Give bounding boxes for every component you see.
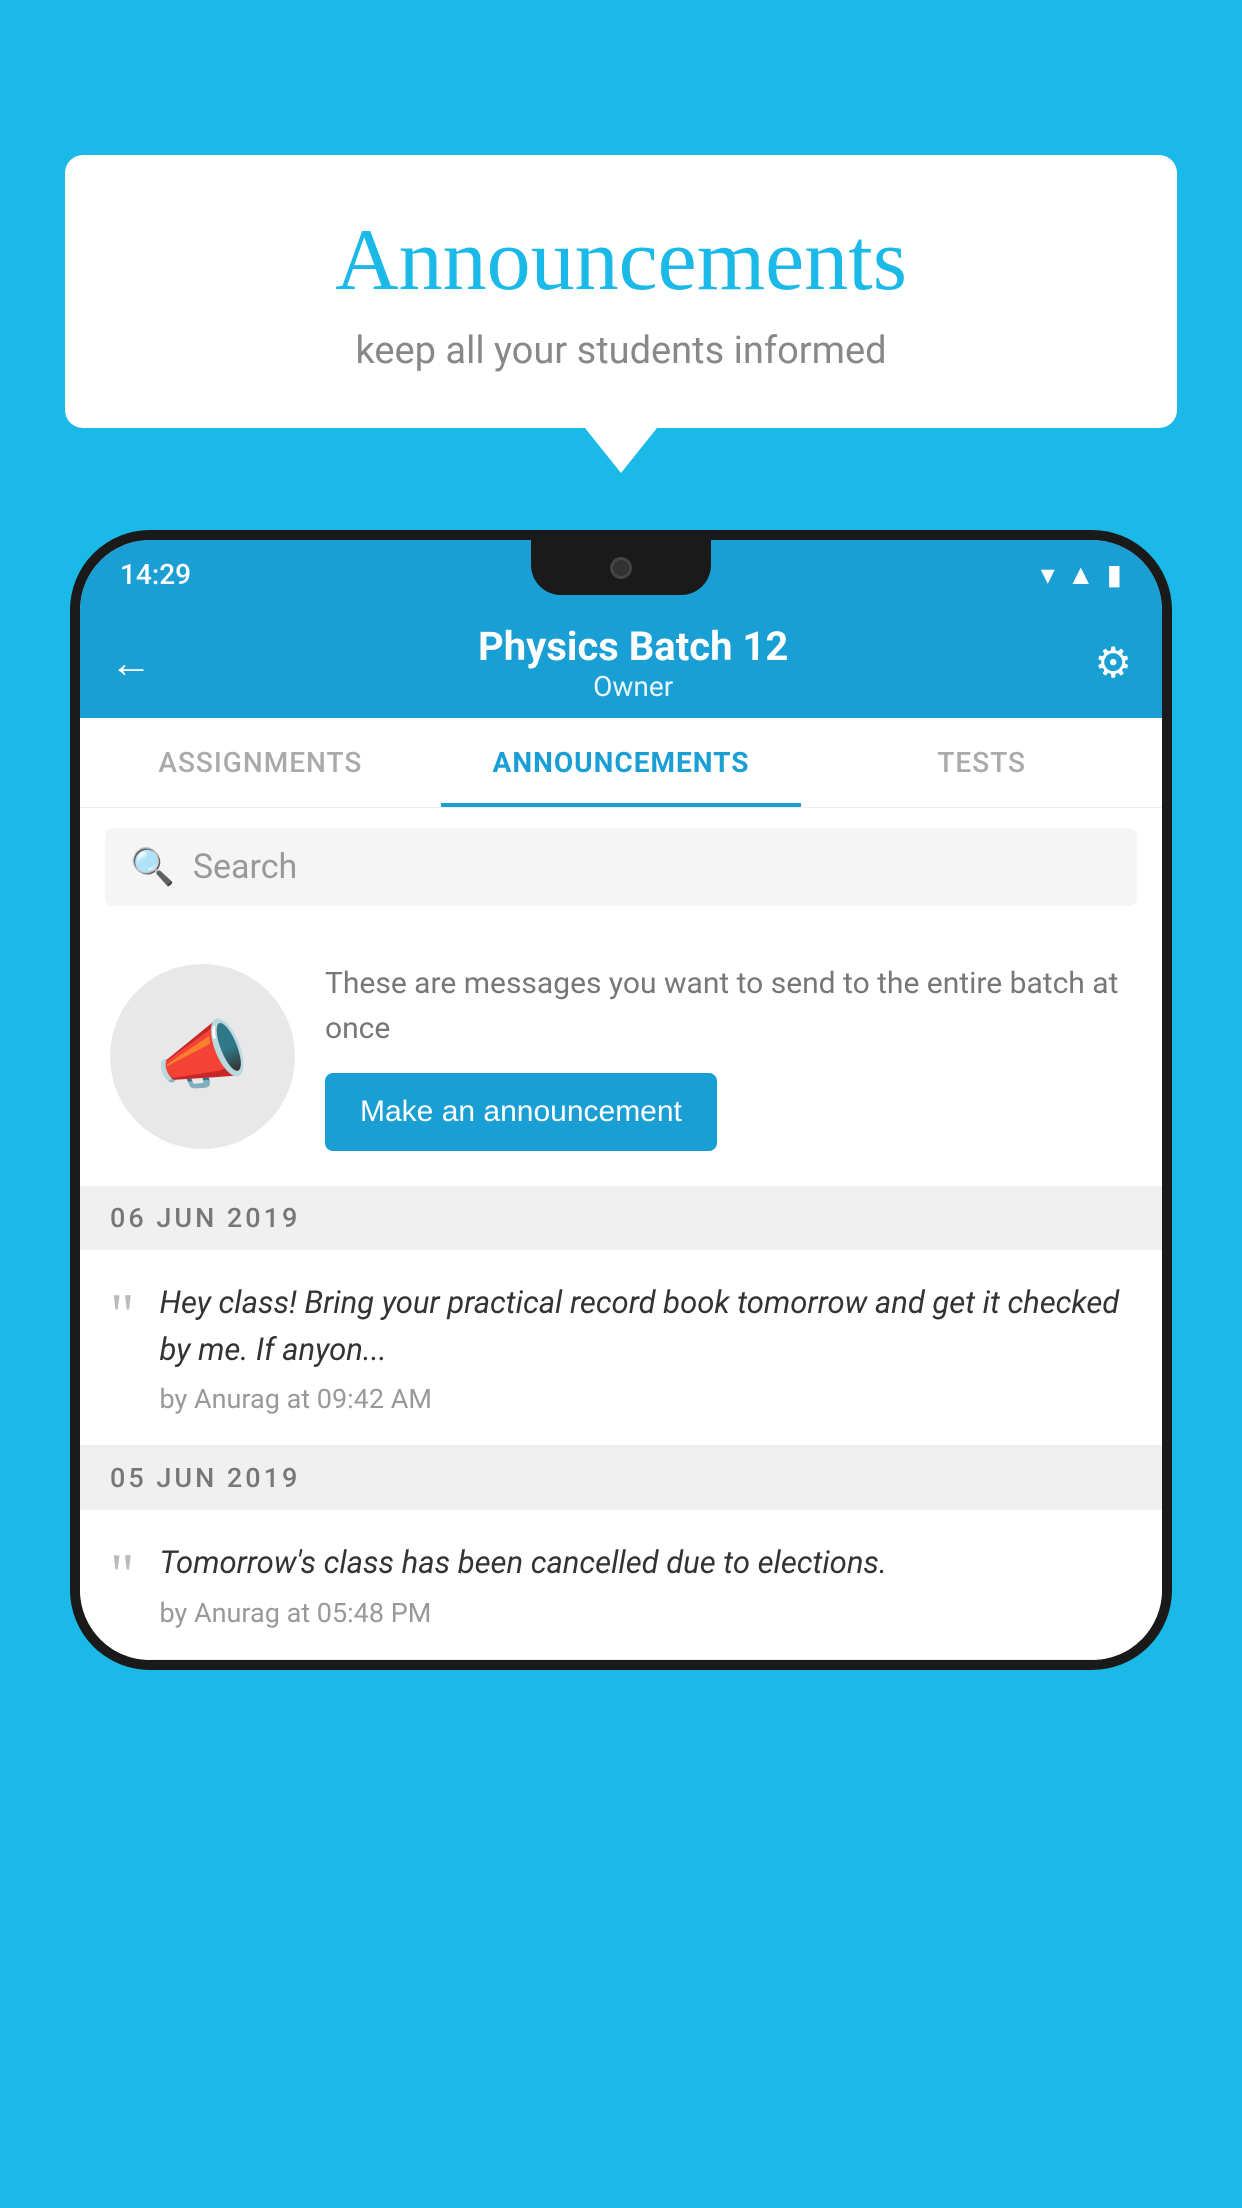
promo-content: These are messages you want to send to t… <box>325 961 1132 1151</box>
announcement-item-1[interactable]: " Hey class! Bring your practical record… <box>80 1250 1162 1446</box>
wifi-icon: ▾ <box>1041 558 1055 591</box>
camera <box>610 557 632 579</box>
quote-icon-1: " <box>110 1285 135 1345</box>
announcement-meta-2: by Anurag at 05:48 PM <box>160 1597 1133 1629</box>
tabs-bar: ASSIGNMENTS ANNOUNCEMENTS TESTS <box>80 718 1162 808</box>
search-box[interactable]: 🔍 Search <box>105 828 1137 906</box>
promo-icon-circle: 📣 <box>110 964 295 1149</box>
app-bar-title: Physics Batch 12 <box>172 623 1094 670</box>
app-bar-subtitle: Owner <box>172 670 1094 703</box>
status-bar: 14:29 ▾ ▲ ▮ <box>80 540 1162 608</box>
tab-assignments[interactable]: ASSIGNMENTS <box>80 718 441 807</box>
make-announcement-button[interactable]: Make an announcement <box>325 1073 717 1151</box>
announcement-message-1: Hey class! Bring your practical record b… <box>160 1280 1133 1373</box>
speech-bubble: Announcements keep all your students inf… <box>65 155 1177 428</box>
promo-description: These are messages you want to send to t… <box>325 961 1132 1051</box>
status-icons: ▾ ▲ ▮ <box>1041 558 1122 591</box>
announcement-message-2: Tomorrow's class has been cancelled due … <box>160 1540 1133 1587</box>
phone-inner: 14:29 ▾ ▲ ▮ ← Physics Batch 12 Owner ⚙ <box>80 540 1162 1660</box>
announcement-content-1: Hey class! Bring your practical record b… <box>160 1280 1133 1415</box>
date-separator-2: 05 JUN 2019 <box>80 1446 1162 1510</box>
search-container: 🔍 Search <box>80 808 1162 926</box>
back-button[interactable]: ← <box>110 639 152 688</box>
announcement-content-2: Tomorrow's class has been cancelled due … <box>160 1540 1133 1629</box>
speech-bubble-container: Announcements keep all your students inf… <box>65 155 1177 428</box>
date-separator-1: 06 JUN 2019 <box>80 1186 1162 1250</box>
status-time: 14:29 <box>120 558 191 591</box>
tab-announcements[interactable]: ANNOUNCEMENTS <box>441 718 802 807</box>
app-bar-title-area: Physics Batch 12 Owner <box>172 623 1094 703</box>
announcement-meta-1: by Anurag at 09:42 AM <box>160 1383 1133 1415</box>
megaphone-icon: 📣 <box>156 1012 249 1100</box>
search-input[interactable]: Search <box>193 847 297 887</box>
phone-mockup: 14:29 ▾ ▲ ▮ ← Physics Batch 12 Owner ⚙ <box>70 530 1172 1670</box>
quote-icon-2: " <box>110 1545 135 1605</box>
app-bar: ← Physics Batch 12 Owner ⚙ <box>80 608 1162 718</box>
signal-icon: ▲ <box>1067 558 1095 591</box>
bubble-subtitle: keep all your students informed <box>105 329 1137 373</box>
bubble-title: Announcements <box>105 210 1137 311</box>
battery-icon: ▮ <box>1107 558 1122 591</box>
tab-tests[interactable]: TESTS <box>801 718 1162 807</box>
phone-container: 14:29 ▾ ▲ ▮ ← Physics Batch 12 Owner ⚙ <box>70 530 1172 2208</box>
search-icon: 🔍 <box>130 846 175 888</box>
notch <box>531 540 711 595</box>
settings-button[interactable]: ⚙ <box>1094 638 1132 688</box>
announcement-item-2[interactable]: " Tomorrow's class has been cancelled du… <box>80 1510 1162 1660</box>
promo-section: 📣 These are messages you want to send to… <box>80 926 1162 1186</box>
